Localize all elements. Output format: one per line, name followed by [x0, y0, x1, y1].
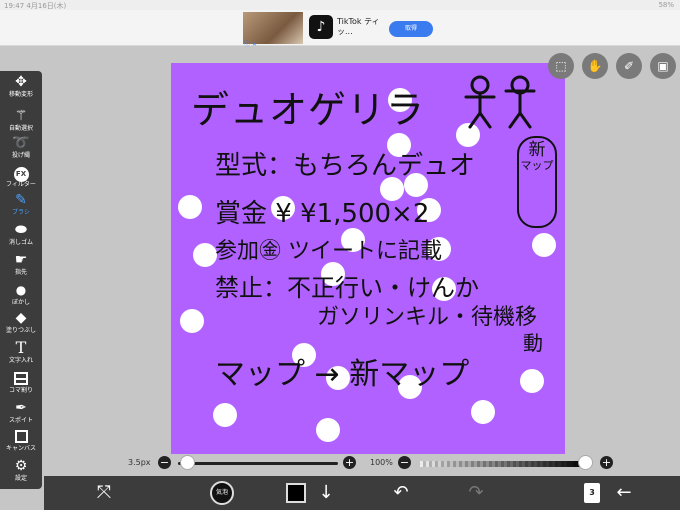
frame-divide-icon: [14, 371, 28, 385]
opacity-label: 100%: [370, 458, 393, 467]
download-button[interactable]: ↓: [306, 476, 346, 510]
undo-icon: ↶: [393, 482, 409, 503]
pen-icon: ✐: [623, 59, 635, 73]
selection-icon: ⬚: [555, 59, 567, 73]
polka-dot: [471, 400, 495, 424]
polka-dot: [180, 309, 204, 333]
bottom-toolbar: ⤧ 気泡 ↓ ↶ ↷ 3 ←: [44, 476, 680, 510]
tool-canvas[interactable]: キャンバス: [0, 427, 42, 461]
opacity-slider-handle[interactable]: [578, 455, 593, 470]
rule-prohibited: 禁止：不正行い・けんか: [215, 274, 479, 302]
blur-icon: ●: [15, 283, 27, 297]
tool-frame-divide[interactable]: コマ割り: [0, 369, 42, 403]
canvas-icon: [14, 429, 28, 443]
brush-size-track[interactable]: [178, 462, 338, 465]
brush-preview-button[interactable]: 気泡: [210, 481, 234, 505]
tiktok-logo-icon[interactable]: ♪: [309, 15, 333, 39]
back-arrow-icon: ←: [616, 482, 632, 503]
brush-size-slider-row: 3.5px − +: [128, 455, 358, 471]
stick-figures-drawing: [464, 75, 536, 129]
ad-get-button[interactable]: 取得: [389, 21, 433, 37]
brush-size-minus-button[interactable]: −: [158, 456, 171, 469]
move-icon: ✥: [15, 74, 27, 90]
rule-entry: 参加㊎ ツイートに記載: [215, 239, 442, 264]
image-button[interactable]: ▣: [650, 53, 676, 79]
brush-size-plus-button[interactable]: +: [343, 456, 356, 469]
transform-icon: ⤧: [96, 482, 112, 503]
opacity-plus-button[interactable]: +: [600, 456, 613, 469]
opacity-track[interactable]: [420, 461, 586, 467]
tool-brush[interactable]: ✎ ブラシ: [0, 191, 42, 225]
opacity-fill: [420, 461, 586, 467]
lasso-icon: ➰: [12, 135, 30, 151]
drawing-title: デュオゲリラ: [191, 88, 426, 132]
polka-dot: [193, 243, 217, 267]
tool-finger[interactable]: ☛ 指先: [0, 251, 42, 285]
hand-button[interactable]: ✋: [582, 53, 608, 79]
fill-icon: ◆: [15, 310, 27, 326]
selection-button[interactable]: ⬚: [548, 53, 574, 79]
tool-settings[interactable]: ⚙ 設定: [0, 457, 42, 491]
gear-icon: ⚙: [14, 458, 28, 474]
rule-map: マップ → 新マップ: [215, 357, 470, 392]
hand-icon: ✋: [587, 59, 603, 73]
pen-button[interactable]: ✐: [616, 53, 642, 79]
text-icon: T: [15, 338, 27, 357]
brush-size-slider-handle[interactable]: [179, 455, 195, 470]
rule-prohibited-end: 動: [523, 331, 543, 355]
eyedropper-icon: ✒: [15, 400, 27, 416]
fx-icon: FX: [13, 167, 29, 182]
magic-wand-icon: ⚚: [14, 108, 28, 124]
polka-dot: [178, 195, 202, 219]
rule-type: 型式：もちろんデュオ: [215, 151, 476, 181]
rule-prize: 賞金 ¥ ¥1,500×2: [215, 199, 430, 229]
tool-text[interactable]: T 文字入れ: [0, 339, 42, 373]
drawing-canvas[interactable]: デュオゲリラ 型式：もちろんデュオ 賞金 ¥ ¥1,500×2 参加㊎ ツイート…: [171, 63, 565, 454]
polka-dot: [316, 418, 340, 442]
polka-dot: [520, 369, 544, 393]
finger-icon: ☛: [14, 252, 28, 268]
speech-bubble: 新マップ: [517, 136, 557, 228]
polka-dot: [213, 403, 237, 427]
tool-eraser[interactable]: ⬬ 消しゴム: [0, 221, 42, 255]
status-bar: 19:47 4月16日(木) 58%: [0, 0, 680, 10]
opacity-minus-button[interactable]: −: [398, 456, 411, 469]
transform-button[interactable]: ⤧: [84, 476, 124, 510]
redo-icon: ↷: [468, 482, 484, 503]
down-arrow-icon: ↓: [318, 482, 334, 503]
ad-info-icon[interactable]: ⓘ ✕: [244, 39, 257, 48]
eraser-icon: ⬬: [15, 222, 27, 238]
brush-icon: ✎: [15, 192, 27, 208]
tool-sidebar: ✥ 移動変形 ⚚ 自動選択 ➰ 投げ縄 FX フィルター ✎ ブラシ ⬬ 消しゴム ☛ 指先 …: [0, 71, 42, 489]
image-icon: ▣: [657, 59, 669, 73]
battery-level: 58%: [658, 1, 674, 9]
ad-banner[interactable]: ♪ TikTok ティッ... 取得 ⓘ ✕: [0, 10, 680, 48]
back-button[interactable]: ←: [604, 476, 644, 510]
ad-app-name[interactable]: TikTok ティッ...: [337, 17, 383, 37]
opacity-slider-row: 100% − +: [370, 455, 615, 471]
layers-button[interactable]: 3: [584, 483, 600, 503]
polka-dot: [532, 233, 556, 257]
tool-move-transform[interactable]: ✥ 移動変形: [0, 73, 42, 107]
redo-button[interactable]: ↷: [456, 476, 496, 510]
brush-size-label: 3.5px: [128, 458, 151, 467]
color-swatch-button[interactable]: [286, 483, 306, 503]
rule-prohibited-cont: ガソリンキル・待機移: [317, 305, 538, 330]
undo-button[interactable]: ↶: [381, 476, 421, 510]
